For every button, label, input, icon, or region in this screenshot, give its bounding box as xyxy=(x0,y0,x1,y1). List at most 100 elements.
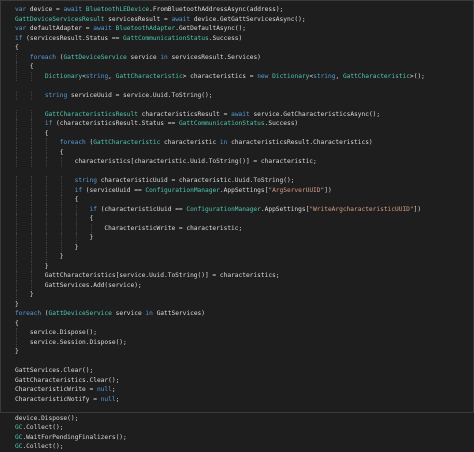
keyword-token: foreach xyxy=(59,139,86,146)
code-token: ( xyxy=(41,310,49,317)
code-token: servicesResult = xyxy=(104,15,172,23)
indent-guide xyxy=(16,214,17,224)
type-token: Dictionary xyxy=(272,72,310,80)
code-line: } xyxy=(15,347,474,357)
indent-guide xyxy=(30,252,32,262)
code-line: if (servicesResult.Status == GattCommuni… xyxy=(15,34,474,44)
code-token: ; xyxy=(115,395,120,403)
type-token: BluetoothAdapter xyxy=(115,25,176,32)
keyword-token: string xyxy=(74,177,97,184)
indent-guide xyxy=(16,242,17,252)
code-token: { xyxy=(15,44,19,51)
type-token: ConfigurationManager xyxy=(145,186,220,194)
indent-guide xyxy=(16,328,17,338)
indent-guide xyxy=(30,119,32,129)
code-token: serviceUuid = service.Uuid.ToString(); xyxy=(67,91,213,99)
indent-guide xyxy=(16,223,17,233)
indent-guide xyxy=(30,90,32,100)
code-token: characteristicUuid = characteristic.Uuid… xyxy=(96,177,295,184)
keyword-token: await xyxy=(93,25,112,32)
code-token: { xyxy=(15,63,34,70)
code-token: device.GetGattServicesAsync(); xyxy=(190,15,306,23)
indent-guide xyxy=(30,223,32,233)
code-token: .GetDefaultAsync(); xyxy=(175,25,247,32)
code-line: service.Dispose(); xyxy=(15,328,474,338)
code-token: (servicesResult.Status == xyxy=(22,34,124,42)
indent-guide xyxy=(16,195,17,205)
code-token: .FromBluetoothAddressAsync(address); xyxy=(149,6,284,13)
indent-guide xyxy=(45,157,47,167)
code-line: var defaultAdapter = await BluetoothAdap… xyxy=(15,24,474,34)
keyword-token: string xyxy=(85,72,109,80)
indent-guide xyxy=(60,233,62,243)
code-token: .AppSettings[ xyxy=(219,186,269,194)
string-token: "ArgServerUUID" xyxy=(268,186,325,194)
code-line: } xyxy=(15,252,474,262)
string-token: "WriteArgcharacteristicUUID" xyxy=(309,205,414,213)
code-line: { xyxy=(15,128,474,138)
code-line: { xyxy=(15,43,474,53)
code-token: device.Dispose(); xyxy=(15,414,79,422)
code-token: CharacteristicNotify = xyxy=(15,395,101,403)
indent-guide xyxy=(16,176,17,186)
indent-guide xyxy=(16,204,17,214)
indent-guide xyxy=(16,290,17,300)
indent-guide xyxy=(30,185,32,195)
indent-guide xyxy=(16,128,17,138)
indent-guide xyxy=(16,252,17,262)
indent-guide xyxy=(30,204,32,214)
indent-guide xyxy=(30,271,32,281)
indent-guide xyxy=(60,157,62,167)
code-text-area[interactable]: var device = await BluetoothLEDevice.Fro… xyxy=(15,5,474,452)
keyword-token: await xyxy=(231,110,250,118)
indent-guide xyxy=(30,195,32,205)
code-line: characteristics[characteristic.Uuid.ToSt… xyxy=(15,157,474,167)
indent-guide xyxy=(75,214,77,224)
code-token: CharacteristicWrite = xyxy=(15,386,97,393)
indent-guide xyxy=(60,223,62,233)
indent-guide xyxy=(45,204,47,214)
indent-guide xyxy=(45,138,47,148)
code-line: GattDeviceServicesResult servicesResult … xyxy=(15,15,474,25)
code-line: foreach (GattDeviceService service in se… xyxy=(15,52,474,62)
indent-guide xyxy=(16,261,17,271)
code-token: GattServices) xyxy=(152,310,206,317)
code-token: ; xyxy=(111,386,116,393)
code-line: foreach (GattDeviceService service in Ga… xyxy=(15,309,474,319)
indent-guide xyxy=(30,147,32,157)
indent-guide xyxy=(60,242,62,252)
code-token: characteristicsResult.Characteristics) xyxy=(227,139,373,146)
indent-guide xyxy=(75,233,77,243)
keyword-token: string xyxy=(44,91,68,99)
indent-guide xyxy=(30,214,32,224)
keyword-token: in xyxy=(145,310,153,317)
keyword-token: var xyxy=(15,25,27,32)
keyword-token: await xyxy=(63,6,83,13)
indent-guide xyxy=(45,147,47,157)
indent-guide xyxy=(16,157,17,167)
code-line: GattServices.Add(service); xyxy=(15,280,474,290)
code-line: service.Session.Dispose(); xyxy=(15,337,474,347)
code-line: device.Dispose(); xyxy=(15,414,474,424)
type-token: BluetoothLEDevice xyxy=(85,6,150,13)
type-token: GattDeviceService xyxy=(48,310,112,317)
indent-guide xyxy=(16,90,17,100)
indent-guide xyxy=(16,185,17,195)
type-token: GattCharacteristic xyxy=(93,139,161,146)
code-token: > characteristics = xyxy=(182,72,258,80)
code-token: GattServices.Add(service); xyxy=(15,281,142,289)
type-token: Dictionary xyxy=(44,72,83,80)
code-token: { xyxy=(15,148,64,156)
code-line: { xyxy=(15,147,474,157)
code-token: .WaitForPendingFinalizers(); xyxy=(22,433,127,441)
indent-guide xyxy=(30,128,32,138)
indent-guide xyxy=(16,52,17,62)
code-token: } xyxy=(15,253,64,260)
code-editor[interactable]: var device = await BluetoothLEDevice.Fro… xyxy=(0,0,474,450)
indent-guide xyxy=(30,109,32,119)
code-line: GattServices.Clear(); xyxy=(15,366,474,376)
